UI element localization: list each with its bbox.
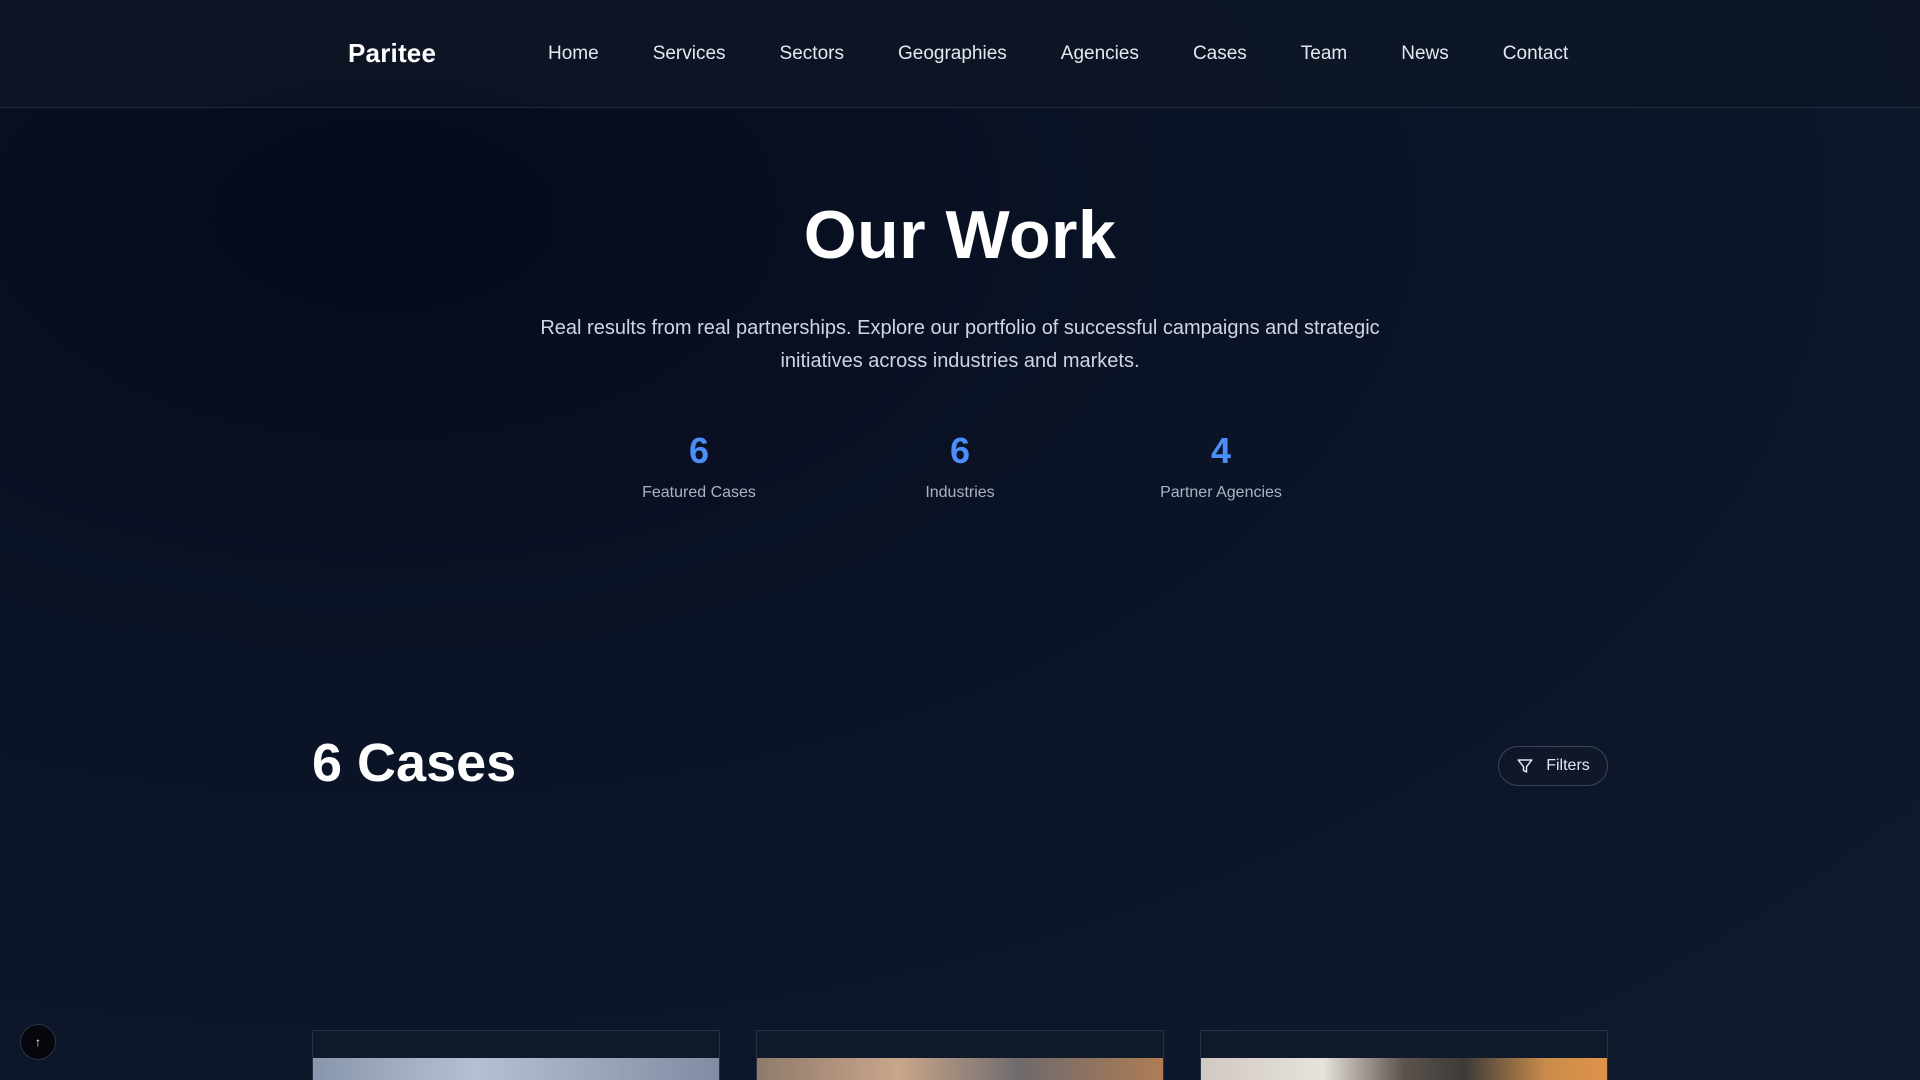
stat-label: Industries: [925, 484, 995, 501]
scroll-to-top-button[interactable]: ↑: [20, 1024, 56, 1060]
stat-label: Featured Cases: [642, 484, 756, 501]
nav-news[interactable]: News: [1401, 42, 1449, 66]
main-nav: Home Services Sectors Geographies Agenci…: [548, 42, 1622, 66]
stat-label: Partner Agencies: [1160, 484, 1282, 501]
stat-partner-agencies: 4 Partner Agencies: [1121, 428, 1321, 502]
nav-services[interactable]: Services: [653, 42, 726, 66]
stat-value: 4: [1210, 430, 1232, 471]
cases-count-heading: 6 Cases: [312, 733, 517, 793]
top-navigation-bar: Paritee Home Services Sectors Geographie…: [0, 0, 1920, 108]
filters-button[interactable]: Filters: [1498, 746, 1608, 786]
page-title: Our Work: [803, 197, 1117, 273]
nav-contact[interactable]: Contact: [1503, 42, 1568, 66]
filter-icon: [1517, 759, 1533, 773]
nav-team[interactable]: Team: [1301, 42, 1347, 66]
case-card[interactable]: [1200, 1030, 1608, 1080]
nav-agencies[interactable]: Agencies: [1061, 42, 1139, 66]
brand-logo[interactable]: Paritee: [348, 38, 436, 69]
case-card[interactable]: [756, 1030, 1164, 1080]
page-subtitle: Real results from real partnerships. Exp…: [540, 317, 1380, 372]
stat-value: 6: [688, 430, 710, 471]
filters-label: Filters: [1546, 757, 1590, 774]
arrow-up-icon: ↑: [35, 1035, 41, 1049]
nav-geographies[interactable]: Geographies: [898, 42, 1007, 66]
stat-industries: 6 Industries: [860, 428, 1060, 502]
case-card-image: [757, 1058, 1163, 1080]
case-card-image: [313, 1058, 719, 1080]
case-card[interactable]: [312, 1030, 720, 1080]
stat-featured-cases: 6 Featured Cases: [599, 428, 799, 502]
case-card-image: [1201, 1058, 1607, 1080]
nav-sectors[interactable]: Sectors: [780, 42, 844, 66]
nav-home[interactable]: Home: [548, 42, 599, 66]
stat-value: 6: [949, 430, 971, 471]
nav-cases[interactable]: Cases: [1193, 42, 1247, 66]
